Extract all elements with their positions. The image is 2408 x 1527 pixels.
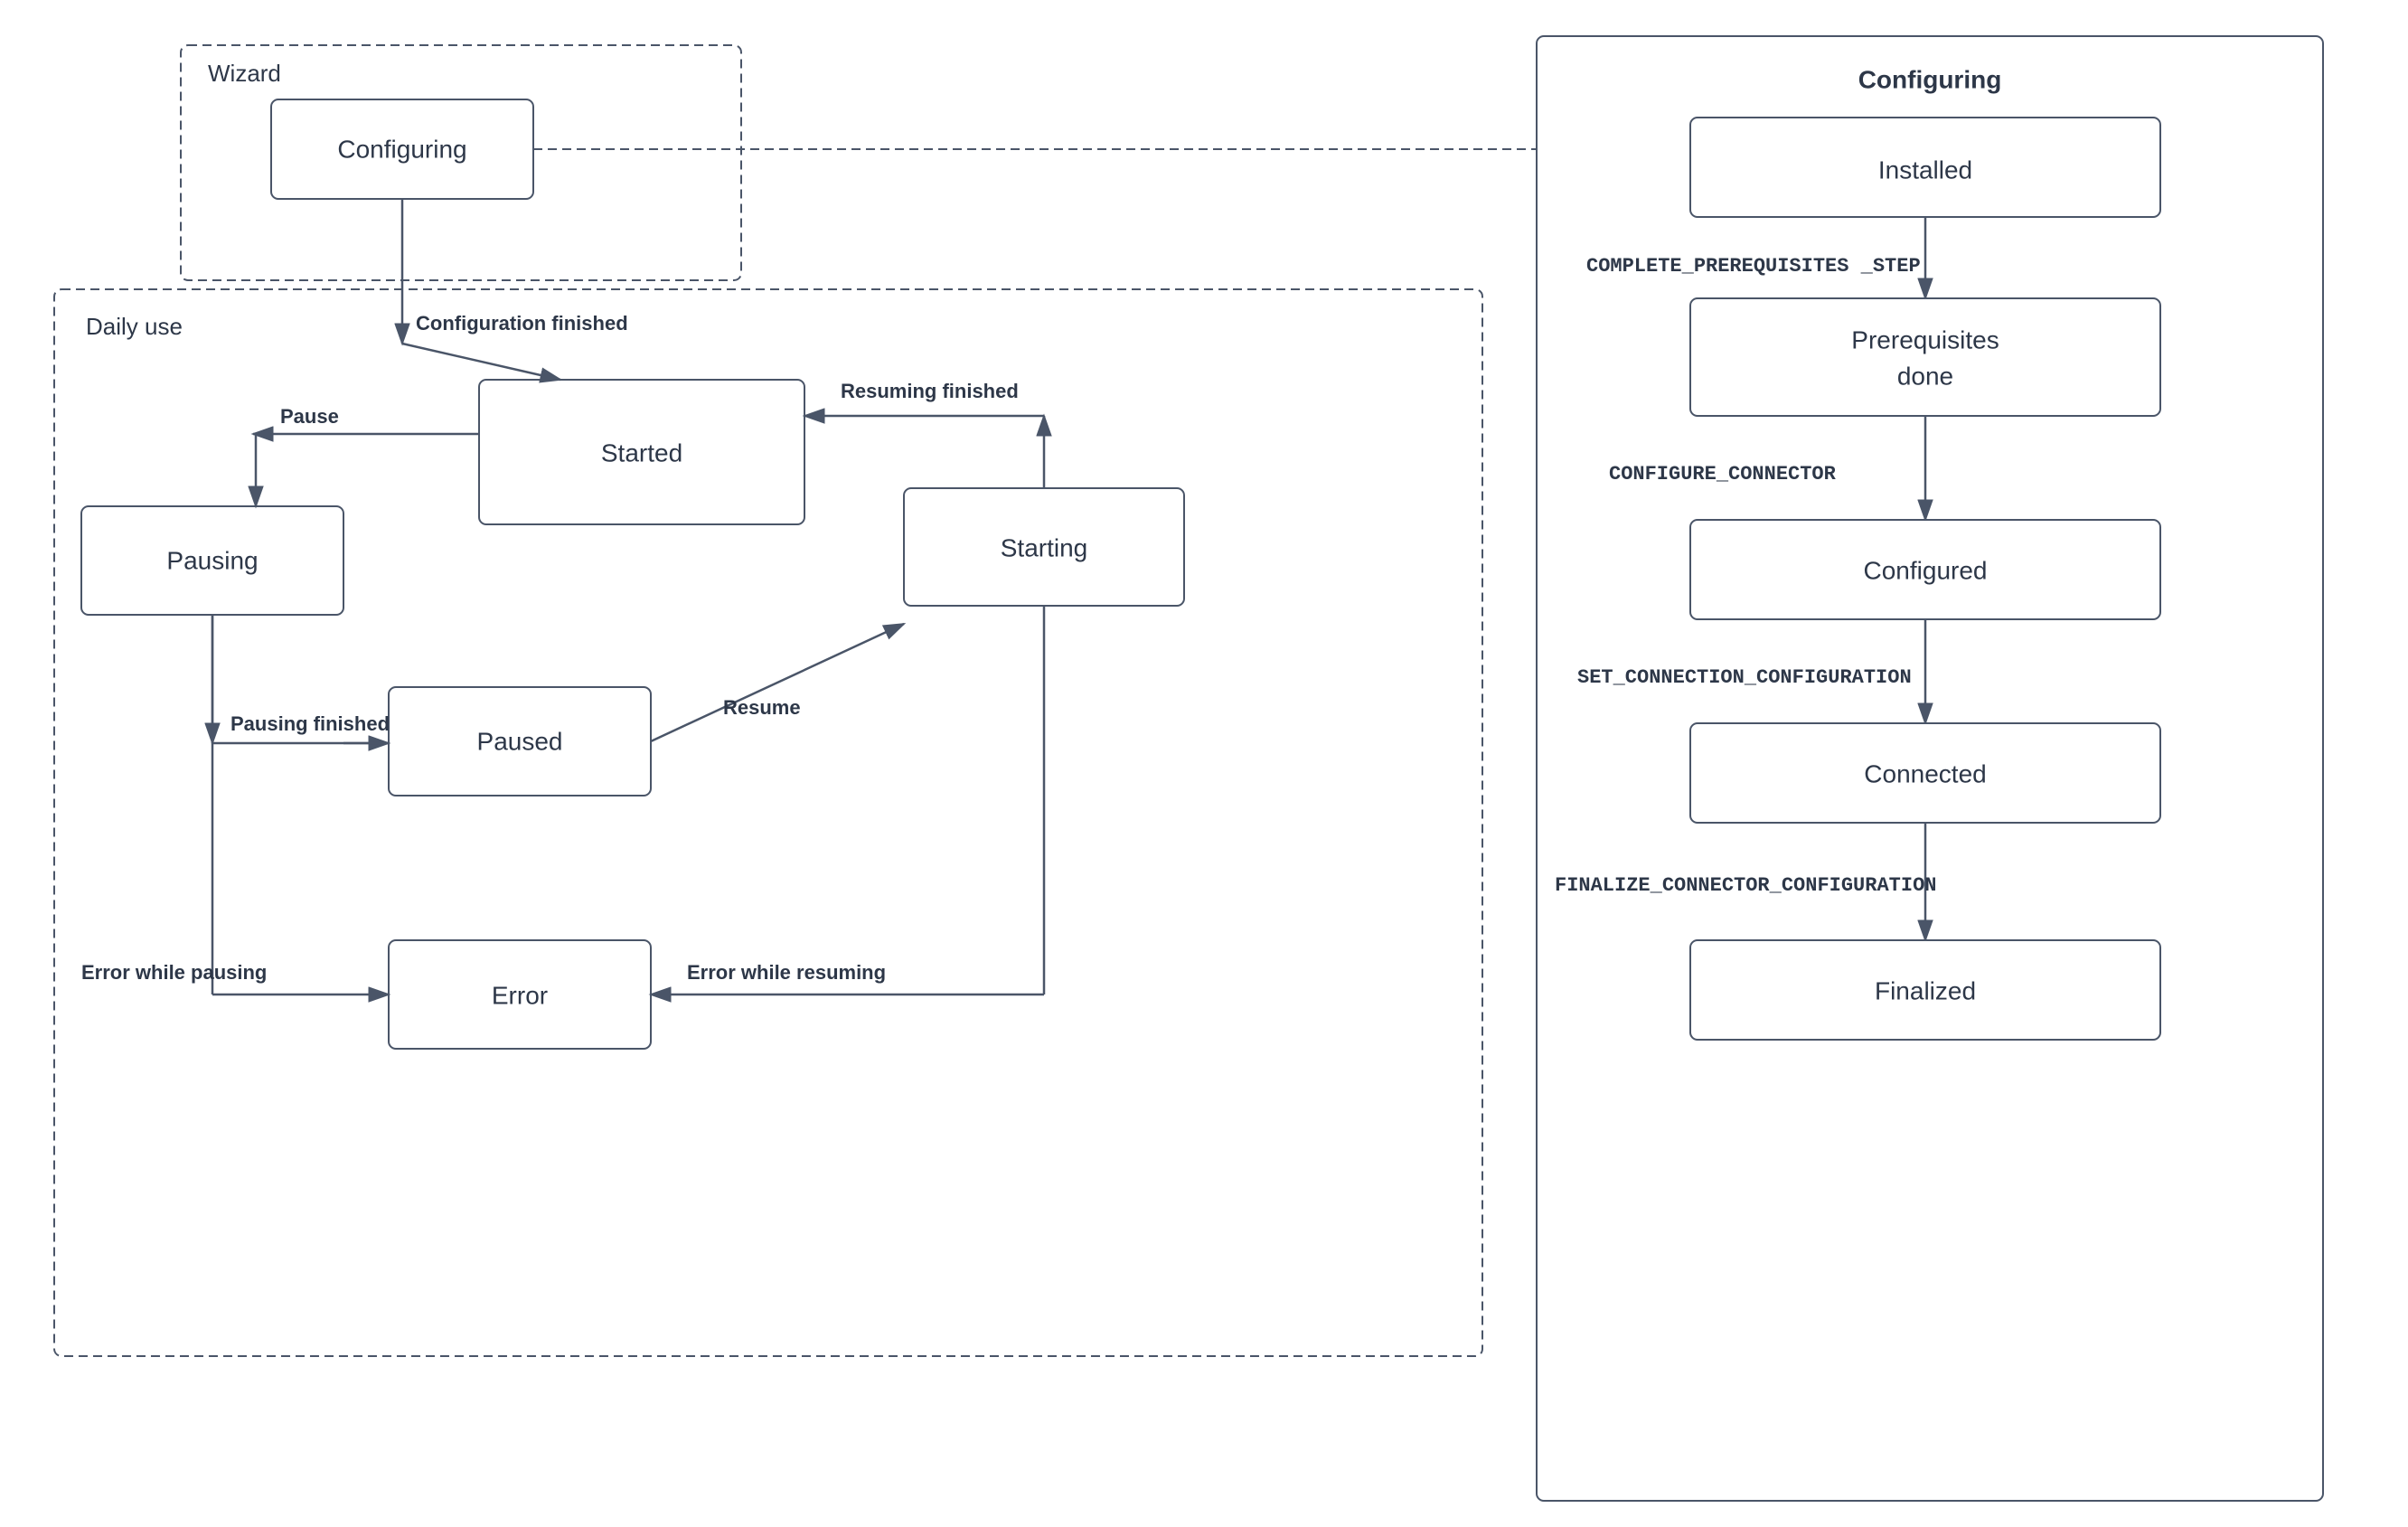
finalized-text: Finalized [1875, 976, 1976, 1004]
config-finished-label: Configuration finished [416, 312, 628, 335]
pausing-text: Pausing [166, 546, 258, 574]
configure-connector-label: CONFIGURE_CONNECTOR [1609, 463, 1837, 485]
connected-text: Connected [1864, 759, 1986, 787]
complete-prereq-label: COMPLETE_PREREQUISITES _STEP [1586, 255, 1921, 278]
prerequisites-done-text-2: done [1897, 362, 1953, 390]
configuring-section-label: Configuring [1858, 65, 2002, 93]
error-pausing-label: Error while pausing [81, 961, 267, 984]
prerequisites-done-text-1: Prerequisites [1851, 325, 1999, 353]
arrow-resume [651, 624, 904, 741]
wizard-configuring-text: Configuring [337, 135, 466, 163]
pause-label: Pause [280, 405, 339, 428]
started-text: Started [601, 438, 682, 467]
daily-use-section-label: Daily use [86, 313, 183, 340]
resume-label: Resume [723, 696, 801, 719]
error-resuming-label: Error while resuming [687, 961, 886, 984]
wizard-section-label: Wizard [208, 60, 281, 87]
pausing-finished-label: Pausing finished [230, 712, 390, 735]
error-text: Error [492, 981, 548, 1009]
starting-text: Starting [1001, 533, 1088, 561]
configured-text: Configured [1864, 556, 1988, 584]
prerequisites-done-box [1690, 298, 2160, 416]
diagram-container: Wizard Configuring Configuring Installed… [0, 0, 2408, 1527]
set-connection-label: SET_CONNECTION_CONFIGURATION [1577, 666, 1912, 689]
resuming-finished-label: Resuming finished [841, 380, 1019, 402]
arrow-config-finished-2 [402, 344, 560, 380]
finalize-connector-label: FINALIZE_CONNECTOR_CONFIGURATION [1555, 874, 1936, 897]
paused-text: Paused [477, 727, 563, 755]
installed-text: Installed [1878, 156, 1972, 184]
